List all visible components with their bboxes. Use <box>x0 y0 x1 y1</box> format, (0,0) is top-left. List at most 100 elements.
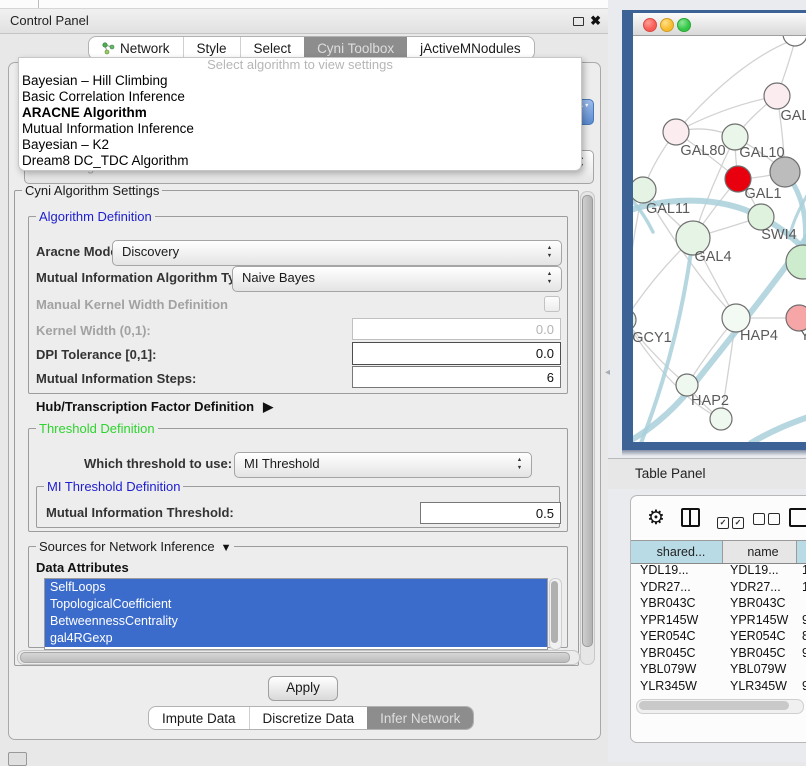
network-node[interactable] <box>710 408 732 430</box>
algorithm-dropdown-popup: Select algorithm to view settings Bayesi… <box>18 57 582 171</box>
table-cell: YPR145W <box>631 612 723 629</box>
attribute-item-betweennesscentrality[interactable]: BetweennessCentrality <box>45 613 547 630</box>
network-node[interactable] <box>783 36 806 46</box>
algorithm-option-bayesian-k2[interactable]: Bayesian – K2 <box>19 137 581 153</box>
algorithm-option-bayesian-hill-climbing[interactable]: Bayesian – Hill Climbing <box>19 73 581 89</box>
table-cell: YDL19... <box>631 562 723 579</box>
network-node-label: Y <box>800 328 806 344</box>
which-threshold-value: MI Threshold <box>244 453 320 475</box>
table-row[interactable]: YBL079WYBL079W <box>631 661 806 678</box>
close-icon[interactable] <box>590 9 601 33</box>
table-rows: YDL19...YDL19...13YDR27...YDR27...12YBR0… <box>631 562 806 696</box>
algorithm-popup-placeholder: Select algorithm to view settings <box>19 58 581 73</box>
bottom-tab-discretize-data[interactable]: Discretize Data <box>249 707 368 729</box>
tab-label: Network <box>120 41 170 56</box>
docked-panel-icon[interactable] <box>8 752 27 766</box>
table-cell <box>797 595 806 612</box>
hub-definition-toggle[interactable]: Hub/Transcription Factor Definition <box>36 399 273 415</box>
table-cell: YBR043C <box>631 595 723 612</box>
splitter-collapse-arrow[interactable] <box>605 367 610 378</box>
collapse-arrow-icon <box>221 542 232 554</box>
algorithm-option-mutual-information-inference[interactable]: Mutual Information Inference <box>19 121 581 137</box>
export-table-icon[interactable] <box>789 508 806 527</box>
tab-jactivemnodules[interactable]: jActiveMNodules <box>407 37 534 59</box>
attribute-item-selfloops[interactable]: SelfLoops <box>45 579 547 596</box>
data-attributes-list: SelfLoopsTopologicalCoefficientBetweenne… <box>44 578 548 650</box>
table-row[interactable]: YBR045CYBR045C9. <box>631 645 806 662</box>
network-node-gal[interactable] <box>764 83 790 109</box>
table-cell: YBR043C <box>723 595 797 612</box>
table-cell: YDR27... <box>723 579 797 596</box>
network-node-label: GAL11 <box>646 201 690 217</box>
attributes-scrollbar[interactable] <box>549 578 562 650</box>
table-cell: YBR045C <box>631 645 723 662</box>
table-cell: YIL052C <box>631 694 723 696</box>
column-header-name[interactable]: name <box>723 541 797 563</box>
mi-type-combo[interactable]: Naive Bayes <box>232 266 562 292</box>
settings-horizontal-scrollbar[interactable] <box>17 650 580 665</box>
window-zoom-light[interactable] <box>677 18 691 32</box>
columns-icon[interactable] <box>681 508 700 527</box>
network-node-label: GAL <box>780 108 806 124</box>
table-row[interactable]: YPR145WYPR145W9. <box>631 612 806 629</box>
algorithm-option-aracne-algorithm[interactable]: ARACNE Algorithm <box>19 105 581 121</box>
bottom-tab-impute-data[interactable]: Impute Data <box>149 707 249 729</box>
network-canvas[interactable]: GALGAL80GAL10GAL1GAL11SWI4GAL4GCY1HAP4YH… <box>633 36 806 442</box>
table-row[interactable]: YDR27...YDR27...12 <box>631 579 806 596</box>
mi-type-label: Mutual Information Algorithm Type: <box>36 270 255 285</box>
apply-button[interactable]: Apply <box>268 676 338 701</box>
table-row[interactable]: YDL19...YDL19...13 <box>631 562 806 579</box>
attribute-item-topologicalcoefficient[interactable]: TopologicalCoefficient <box>45 596 547 613</box>
aracne-mode-combo[interactable]: Discovery <box>112 240 562 266</box>
algorithm-option-basic-correlation-inference[interactable]: Basic Correlation Inference <box>19 89 581 105</box>
gear-icon[interactable] <box>647 505 665 530</box>
spinner-icon <box>545 270 554 286</box>
column-header-shared[interactable]: shared... <box>631 541 723 563</box>
spinner-icon <box>515 456 524 472</box>
settings-vertical-scrollbar[interactable] <box>580 191 595 665</box>
select-all-checkboxes-icon[interactable] <box>717 513 747 529</box>
network-node-label: GAL4 <box>694 249 731 265</box>
kernel-width-input[interactable]: 0.0 <box>352 318 561 340</box>
tab-cyni-toolbox[interactable]: Cyni Toolbox <box>304 37 407 59</box>
network-node[interactable] <box>770 157 800 187</box>
table-row[interactable]: YIL052CYIL052C9 <box>631 694 806 696</box>
attribute-item-gal4rgexp[interactable]: gal4RGexp <box>45 630 547 647</box>
dpi-tolerance-input[interactable]: 0.0 <box>352 342 561 365</box>
tab-style[interactable]: Style <box>183 37 240 59</box>
table-cell: YLR345W <box>631 678 723 695</box>
table-cell: YER054C <box>631 628 723 645</box>
table-row[interactable]: YER054CYER054C8. <box>631 628 806 645</box>
network-node[interactable] <box>786 245 806 279</box>
table-cell: 9. <box>797 678 806 695</box>
mi-threshold-input[interactable]: 0.5 <box>420 502 561 524</box>
manual-kernel-label: Manual Kernel Width Definition <box>36 297 228 312</box>
column-header-a[interactable]: A <box>797 541 806 563</box>
bottom-tab-infer-network[interactable]: Infer Network <box>367 707 473 729</box>
network-view-window[interactable]: GALGAL80GAL10GAL1GAL11SWI4GAL4GCY1HAP4YH… <box>622 10 806 450</box>
table-panel-body: shared...nameA YDL19...YDL19...13YDR27..… <box>630 495 806 743</box>
network-thick-edge <box>751 414 806 442</box>
window-close-light[interactable] <box>643 18 657 32</box>
tab-network[interactable]: Network <box>89 37 183 59</box>
table-row[interactable]: YBR043CYBR043C <box>631 595 806 612</box>
algorithm-option-dream8-dc-tdc-algorithm[interactable]: Dream8 DC_TDC Algorithm <box>19 153 581 169</box>
float-window-icon[interactable] <box>573 17 584 26</box>
table-horizontal-scrollbar[interactable] <box>636 699 804 714</box>
mi-steps-label: Mutual Information Steps: <box>36 371 196 386</box>
table-row[interactable]: YLR345WYLR345W9. <box>631 678 806 695</box>
window-minimize-light[interactable] <box>660 18 674 32</box>
network-node-label: GAL1 <box>744 186 781 202</box>
mi-threshold-title: MI Threshold Definition <box>44 479 183 494</box>
network-node-gcy1[interactable] <box>633 309 636 331</box>
deselect-all-checkboxes-icon[interactable] <box>753 513 783 528</box>
network-node-gal80[interactable] <box>663 119 689 145</box>
which-threshold-combo[interactable]: MI Threshold <box>234 452 532 478</box>
network-node-gal11[interactable] <box>633 177 656 203</box>
table-cell: YDL19... <box>723 562 797 579</box>
network-window-titlebar[interactable] <box>633 13 806 36</box>
manual-kernel-checkbox[interactable] <box>544 296 560 312</box>
mi-steps-input[interactable]: 6 <box>352 366 561 388</box>
tab-select[interactable]: Select <box>240 37 305 59</box>
sources-title[interactable]: Sources for Network Inference <box>36 539 234 554</box>
